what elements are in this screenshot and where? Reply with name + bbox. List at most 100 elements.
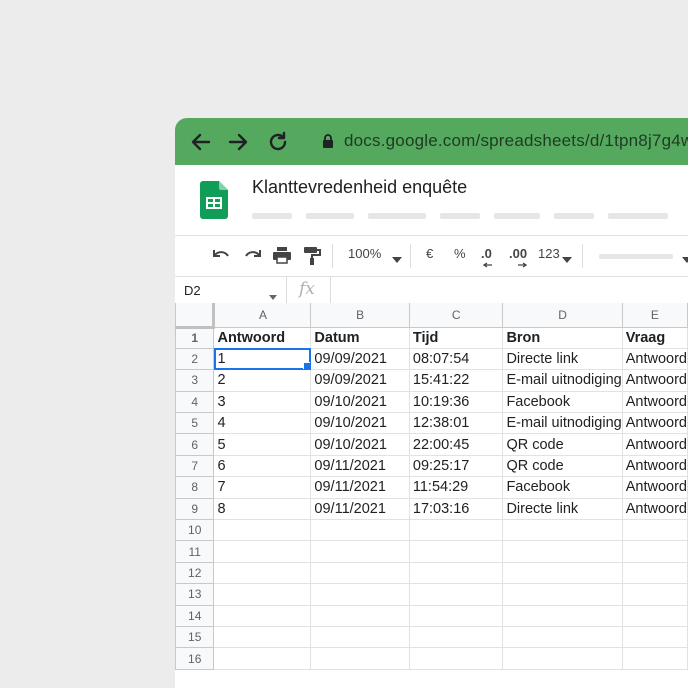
cell[interactable]: 3: [213, 390, 312, 414]
row-header[interactable]: 11: [175, 540, 215, 563]
cell[interactable]: Antwoord: [213, 326, 312, 349]
column-header-e[interactable]: E: [621, 303, 688, 328]
select-all-corner[interactable]: [175, 303, 216, 329]
name-box[interactable]: D2: [184, 283, 201, 298]
sheets-logo-icon[interactable]: [200, 181, 228, 224]
cell[interactable]: Antwoord: [621, 390, 688, 414]
cell[interactable]: Bron: [502, 326, 623, 349]
cell[interactable]: 09/09/2021: [310, 347, 410, 371]
cell[interactable]: [310, 540, 410, 563]
cell[interactable]: [502, 540, 623, 563]
cell[interactable]: 09/10/2021: [310, 390, 410, 414]
cell[interactable]: [408, 583, 504, 606]
cell[interactable]: Antwoord: [621, 497, 688, 521]
cell[interactable]: [502, 561, 623, 585]
currency-format-button[interactable]: €: [426, 246, 433, 261]
print-icon[interactable]: [272, 246, 292, 267]
cell[interactable]: Antwoord: [621, 454, 688, 478]
cell[interactable]: Vraag: [621, 326, 688, 349]
cell[interactable]: [621, 647, 688, 670]
cell[interactable]: [310, 647, 410, 670]
cell[interactable]: 8: [213, 497, 312, 521]
cell[interactable]: [621, 625, 688, 649]
row-header[interactable]: 8: [175, 476, 215, 499]
cell[interactable]: E-mail uitnodiging: [502, 369, 623, 392]
back-arrow-icon[interactable]: [189, 130, 213, 154]
cell[interactable]: [213, 583, 312, 606]
percent-format-button[interactable]: %: [454, 246, 466, 261]
cell[interactable]: 22:00:45: [408, 433, 504, 456]
cell[interactable]: 11:54:29: [408, 476, 504, 499]
redo-icon[interactable]: [242, 247, 262, 268]
cell[interactable]: 09/09/2021: [310, 369, 410, 392]
cell[interactable]: 08:07:54: [408, 347, 504, 371]
cell[interactable]: [213, 561, 312, 585]
row-header[interactable]: 13: [175, 583, 215, 606]
column-header-c[interactable]: C: [408, 303, 504, 328]
selected-cell[interactable]: 1: [213, 347, 312, 371]
row-header[interactable]: 1: [175, 326, 215, 349]
cell[interactable]: [408, 540, 504, 563]
cell[interactable]: [213, 604, 312, 627]
cell[interactable]: 15:41:22: [408, 369, 504, 392]
cell[interactable]: [310, 561, 410, 585]
cell[interactable]: Datum: [310, 326, 410, 349]
forward-arrow-icon[interactable]: [226, 130, 250, 154]
cell[interactable]: 09/10/2021: [310, 433, 410, 456]
cell[interactable]: 09/11/2021: [310, 454, 410, 478]
cell[interactable]: [621, 561, 688, 585]
cell[interactable]: [213, 625, 312, 649]
cell[interactable]: Directe link: [502, 347, 623, 371]
cell[interactable]: 09:25:17: [408, 454, 504, 478]
address-bar-url[interactable]: docs.google.com/spreadsheets/d/1tpn8j7g4…: [344, 131, 688, 151]
cell[interactable]: [213, 647, 312, 670]
zoom-select[interactable]: 100%: [348, 246, 381, 261]
cell[interactable]: 09/11/2021: [310, 476, 410, 499]
cell[interactable]: [310, 519, 410, 542]
column-header-a[interactable]: A: [213, 303, 312, 328]
cell[interactable]: 6: [213, 454, 312, 478]
row-header[interactable]: 7: [175, 454, 215, 478]
cell[interactable]: 17:03:16: [408, 497, 504, 521]
chevron-down-icon[interactable]: [392, 251, 402, 266]
fill-handle[interactable]: [303, 362, 310, 369]
cell[interactable]: [621, 519, 688, 542]
cell[interactable]: [408, 604, 504, 627]
cell[interactable]: 7: [213, 476, 312, 499]
cell[interactable]: [213, 540, 312, 563]
document-title[interactable]: Klanttevredenheid enquête: [252, 177, 467, 198]
cell[interactable]: [408, 625, 504, 649]
row-header[interactable]: 6: [175, 433, 215, 456]
cell[interactable]: [310, 625, 410, 649]
row-header[interactable]: 2: [175, 347, 215, 371]
row-header[interactable]: 5: [175, 412, 215, 435]
cell[interactable]: 09/10/2021: [310, 412, 410, 435]
decrease-decimal-button[interactable]: .0: [481, 246, 492, 268]
cell[interactable]: QR code: [502, 454, 623, 478]
cell[interactable]: Antwoord: [621, 369, 688, 392]
column-header-d[interactable]: D: [502, 303, 623, 328]
cell[interactable]: 10:19:36: [408, 390, 504, 414]
cell[interactable]: Antwoord: [621, 347, 688, 371]
chevron-down-icon[interactable]: [682, 251, 688, 266]
cell[interactable]: 12:38:01: [408, 412, 504, 435]
cell[interactable]: Directe link: [502, 497, 623, 521]
row-header[interactable]: 9: [175, 497, 215, 521]
column-header-b[interactable]: B: [310, 303, 410, 328]
cell[interactable]: [213, 519, 312, 542]
cell[interactable]: [502, 583, 623, 606]
cell[interactable]: Tijd: [408, 326, 504, 349]
cell[interactable]: [621, 604, 688, 627]
chevron-down-icon[interactable]: [562, 251, 572, 266]
cell[interactable]: [408, 561, 504, 585]
cell[interactable]: Antwoord: [621, 433, 688, 456]
row-header[interactable]: 14: [175, 604, 215, 627]
font-select-placeholder[interactable]: [599, 254, 673, 259]
more-formats-button[interactable]: 123: [538, 246, 560, 261]
cell[interactable]: QR code: [502, 433, 623, 456]
cell[interactable]: [621, 583, 688, 606]
cell[interactable]: 5: [213, 433, 312, 456]
undo-icon[interactable]: [212, 247, 232, 268]
row-header[interactable]: 16: [175, 647, 215, 670]
row-header[interactable]: 15: [175, 625, 215, 649]
